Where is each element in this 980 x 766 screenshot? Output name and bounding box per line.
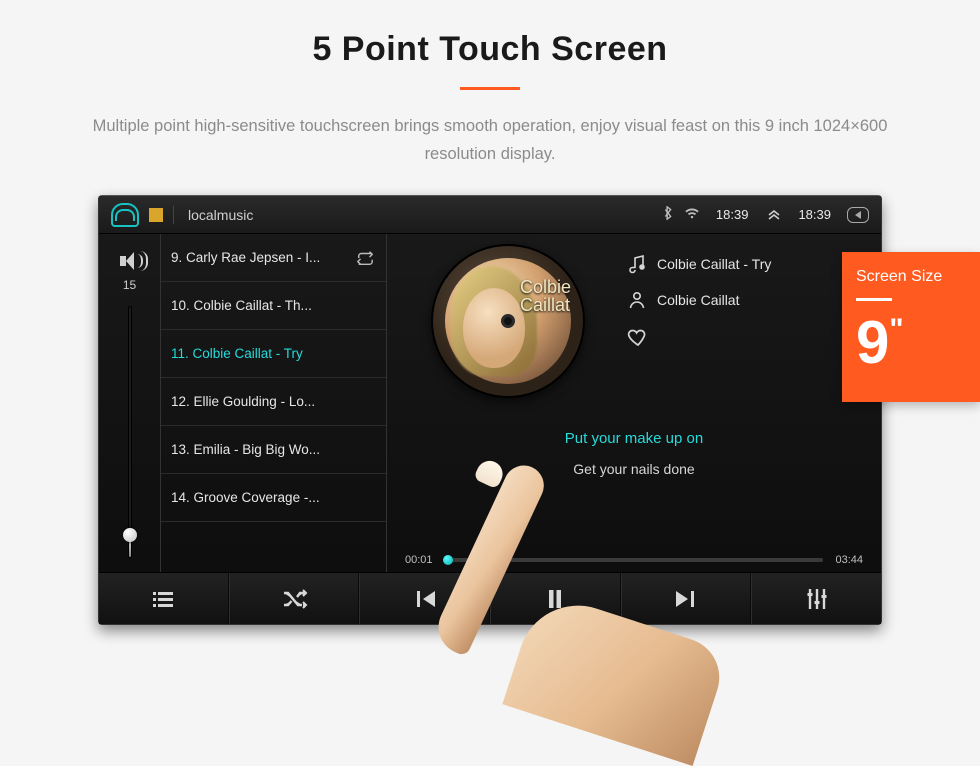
time-total: 03:44 xyxy=(835,554,863,566)
shuffle-button[interactable] xyxy=(229,573,360,624)
page-subtitle: Multiple point high-sensitive touchscree… xyxy=(60,112,920,168)
favorite-button[interactable] xyxy=(627,326,771,348)
player-controls xyxy=(99,572,881,624)
wifi-icon xyxy=(684,206,700,223)
headunit-frame: localmusic 18:39 18:39 15 9. Carly Rae J… xyxy=(98,195,882,625)
bluetooth-icon xyxy=(662,206,674,223)
time-elapsed: 00:01 xyxy=(405,554,433,566)
song-line: Colbie Caillat - Try xyxy=(627,254,771,274)
heart-icon xyxy=(627,326,649,348)
status-bar: localmusic 18:39 18:39 xyxy=(99,196,881,234)
playlist-item[interactable]: 14. Groove Coverage -... xyxy=(161,474,386,522)
music-note-icon xyxy=(627,254,647,274)
person-icon xyxy=(627,290,647,310)
chevrons-up-icon[interactable] xyxy=(766,206,782,223)
playlist: 9. Carly Rae Jepsen - I... 10. Colbie Ca… xyxy=(161,234,387,572)
page-title: 5 Point Touch Screen xyxy=(0,30,980,69)
playlist-button[interactable] xyxy=(99,573,229,624)
badge-underline xyxy=(856,298,892,301)
speaker-icon xyxy=(120,252,140,270)
volume-panel: 15 xyxy=(99,234,161,572)
volume-level: 15 xyxy=(123,278,136,292)
clock-primary: 18:39 xyxy=(716,207,749,222)
prev-button[interactable] xyxy=(359,573,490,624)
equalizer-button[interactable] xyxy=(751,573,881,624)
playlist-item[interactable]: 9. Carly Rae Jepsen - I... xyxy=(161,234,386,282)
now-playing-panel: ColbieCaillat Colbie Caillat - Try Colbi… xyxy=(387,234,881,572)
separator xyxy=(173,206,174,224)
playlist-item[interactable]: 13. Emilia - Big Big Wo... xyxy=(161,426,386,474)
screen-size-badge: Screen Size 9" xyxy=(842,252,980,402)
home-button[interactable] xyxy=(111,203,139,227)
volume-slider[interactable] xyxy=(128,306,132,558)
badge-label: Screen Size xyxy=(856,268,966,286)
progress-bar[interactable]: 00:01 03:44 xyxy=(405,554,863,566)
title-underline xyxy=(460,87,520,90)
app-icon xyxy=(149,208,163,222)
artist-name: Colbie Caillat xyxy=(657,292,739,308)
back-button[interactable] xyxy=(847,207,869,223)
play-pause-button[interactable] xyxy=(490,573,621,624)
playlist-item[interactable]: 12. Ellie Goulding - Lo... xyxy=(161,378,386,426)
clock-secondary: 18:39 xyxy=(798,207,831,222)
next-button[interactable] xyxy=(621,573,752,624)
app-title: localmusic xyxy=(188,207,253,223)
repeat-icon xyxy=(356,249,374,267)
lyric-next: Get your nails done xyxy=(387,461,881,477)
lyric-current: Put your make up on xyxy=(387,430,881,447)
album-art[interactable]: ColbieCaillat xyxy=(431,244,585,398)
artist-line: Colbie Caillat xyxy=(627,290,771,310)
playlist-item-active[interactable]: 11. Colbie Caillat - Try xyxy=(161,330,386,378)
playlist-item[interactable]: 10. Colbie Caillat - Th... xyxy=(161,282,386,330)
song-title: Colbie Caillat - Try xyxy=(657,256,771,272)
badge-value: 9" xyxy=(856,313,966,373)
